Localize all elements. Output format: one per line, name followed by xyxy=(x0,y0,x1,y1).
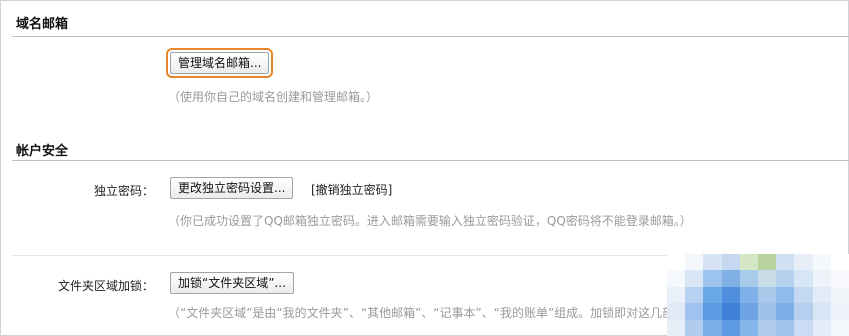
section-divider xyxy=(12,36,849,37)
domain-mail-hint: （使用你自己的域名创建和管理邮箱。） xyxy=(168,90,379,104)
folder-lock-hint: （“文件夹区域”是由“我的文件夹”、“其他邮箱”、“记事本”、“我的账单”组成。… xyxy=(168,306,687,320)
section-title-account-security: 帐户安全 xyxy=(16,144,69,159)
folder-lock-label: 文件夹区域加锁： xyxy=(57,279,154,293)
manage-domain-mail-button[interactable]: 管理域名邮箱... xyxy=(165,48,274,78)
password-status-hint: （你已成功设置了QQ邮箱独立密码。进入邮箱需要输入独立密码验证，QQ密码将不能登… xyxy=(168,214,692,228)
independent-password-label: 独立密码： xyxy=(93,184,154,198)
revoke-password-link[interactable]: [撤销独立密码] xyxy=(311,181,392,198)
section-title-domain-mail: 域名邮箱 xyxy=(16,17,69,32)
section-divider xyxy=(12,160,849,161)
change-password-settings-button[interactable]: 更改独立密码设置... xyxy=(170,177,294,199)
pixelated-overlay xyxy=(667,254,849,336)
lock-folder-area-button[interactable]: 加锁“文件夹区域”... xyxy=(170,272,294,294)
